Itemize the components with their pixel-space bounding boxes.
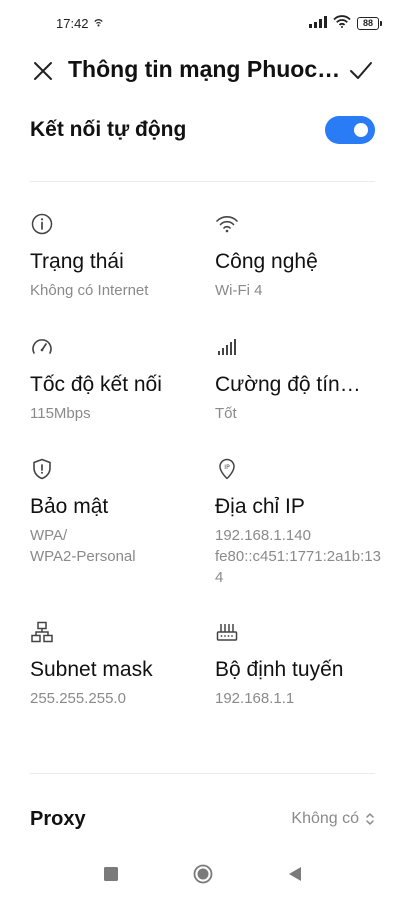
navigation-bar bbox=[0, 856, 405, 892]
proxy-value: Không có bbox=[291, 810, 359, 827]
cellular-signal-icon bbox=[309, 15, 327, 31]
close-button[interactable] bbox=[30, 58, 56, 84]
close-icon bbox=[34, 62, 52, 80]
page-title: Thông tin mạng Phuoc… bbox=[68, 56, 341, 82]
confirm-button[interactable] bbox=[347, 58, 375, 84]
technology-title: Công nghệ bbox=[215, 250, 318, 273]
signal-strength-title: Cường độ tín… bbox=[215, 373, 361, 396]
toggle-knob bbox=[354, 123, 368, 137]
status-time: 17:42 bbox=[56, 15, 89, 31]
status-title: Trạng thái bbox=[30, 250, 124, 273]
status-value: Không có Internet bbox=[30, 282, 149, 299]
triangle-back-icon bbox=[288, 867, 301, 881]
divider-bottom bbox=[30, 773, 375, 774]
speedometer-icon bbox=[32, 339, 52, 354]
link-speed-title: Tốc độ kết nối bbox=[30, 373, 162, 396]
hotspot-icon bbox=[93, 16, 104, 31]
shield-icon bbox=[33, 458, 51, 480]
signal-strength-value: Tốt bbox=[215, 405, 237, 422]
auto-connect-label: Kết nối tự động bbox=[30, 118, 187, 141]
ip-address-value: 192.168.1.140 fe80::c451:1771:2a1b:134 bbox=[215, 527, 381, 586]
subnet-mask-title: Subnet mask bbox=[30, 658, 153, 681]
status-bar-right: 88 bbox=[309, 15, 382, 31]
up-down-chevron-icon bbox=[366, 813, 374, 825]
recents-button[interactable] bbox=[100, 863, 122, 885]
ip-address-title: Địa chỉ IP bbox=[215, 495, 305, 518]
router-cell: Bộ định tuyến 192.168.1.1 bbox=[215, 620, 385, 709]
link-speed-value: 115Mbps bbox=[30, 405, 91, 422]
subnet-mask-value: 255.255.255.0 bbox=[30, 690, 126, 707]
svg-text:IP: IP bbox=[224, 464, 230, 471]
router-title: Bộ định tuyến bbox=[215, 658, 344, 681]
link-speed-cell: Tốc độ kết nối 115Mbps bbox=[30, 335, 200, 424]
router-value: 192.168.1.1 bbox=[215, 690, 295, 707]
circle-icon bbox=[193, 864, 212, 884]
wifi-network-details-screen: 17:42 88 Thông tin mạng Phuoc… Kết nối t… bbox=[0, 0, 405, 900]
subnet-mask-cell: Subnet mask 255.255.255.0 bbox=[30, 620, 200, 709]
wifi-icon bbox=[216, 216, 238, 233]
auto-connect-toggle[interactable] bbox=[325, 116, 375, 144]
security-title: Bảo mật bbox=[30, 495, 109, 518]
square-icon bbox=[103, 867, 118, 881]
status-bar-left: 17:42 bbox=[56, 16, 104, 31]
security-value: WPA/ WPA2-Personal bbox=[30, 527, 136, 565]
battery-indicator: 88 bbox=[357, 16, 382, 30]
info-icon bbox=[31, 213, 53, 235]
auto-connect-row[interactable]: Kết nối tự động bbox=[30, 112, 375, 148]
header-bar: Thông tin mạng Phuoc… bbox=[0, 50, 405, 92]
checkmark-icon bbox=[350, 62, 372, 79]
ip-address-cell: IP Địa chỉ IP 192.168.1.140 fe80::c451:1… bbox=[215, 457, 385, 588]
divider-top bbox=[30, 181, 375, 182]
status-bar: 17:42 88 bbox=[0, 0, 405, 46]
wifi-status-icon bbox=[333, 15, 351, 31]
back-button[interactable] bbox=[284, 863, 306, 885]
proxy-row[interactable]: Proxy Không có bbox=[30, 802, 375, 836]
technology-cell: Công nghệ Wi-Fi 4 bbox=[215, 212, 385, 301]
security-cell: Bảo mật WPA/ WPA2-Personal bbox=[30, 457, 200, 567]
signal-bars-icon bbox=[218, 339, 236, 355]
technology-value: Wi-Fi 4 bbox=[215, 282, 263, 299]
router-icon bbox=[216, 624, 238, 641]
proxy-label: Proxy bbox=[30, 807, 86, 830]
signal-strength-cell: Cường độ tín… Tốt bbox=[215, 335, 385, 424]
ip-location-icon: IP bbox=[219, 458, 235, 480]
network-topology-icon bbox=[31, 621, 53, 643]
proxy-selector[interactable]: Không có bbox=[291, 810, 375, 828]
status-cell: Trạng thái Không có Internet bbox=[30, 212, 200, 301]
home-button[interactable] bbox=[192, 863, 214, 885]
